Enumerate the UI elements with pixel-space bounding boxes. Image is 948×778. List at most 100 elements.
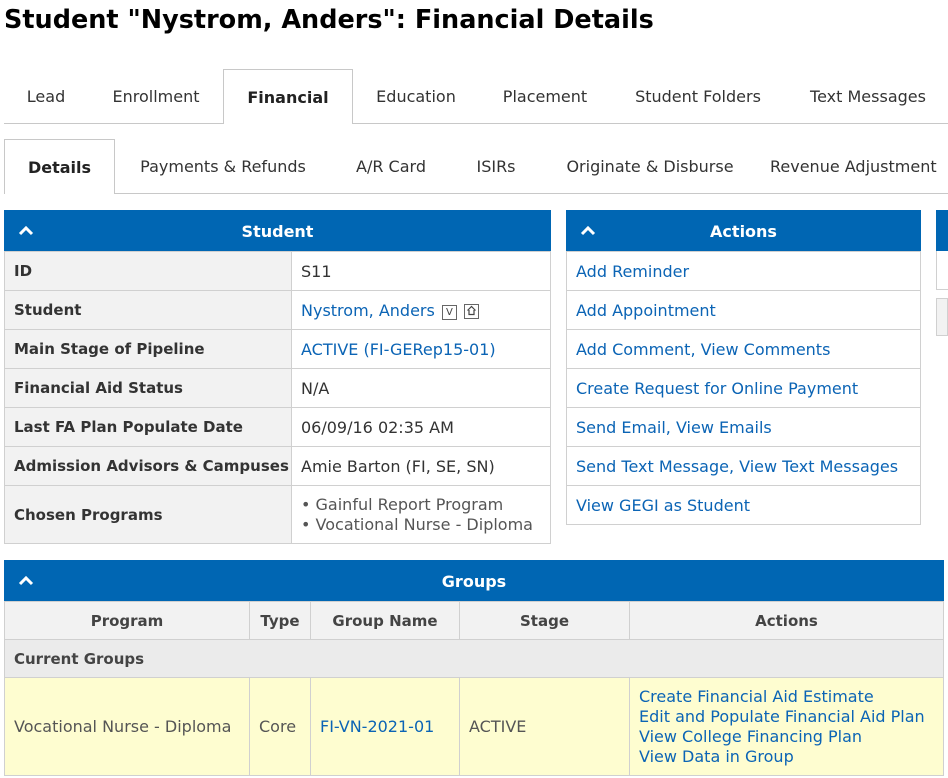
pipeline-stage-link[interactable]: ACTIVE (FI-GERep15-01) (301, 340, 496, 359)
action-cell: Add Comment, View Comments (566, 329, 921, 369)
column-header: Type (249, 601, 311, 640)
table-row: Chosen Programs • Gainful Report Program… (4, 485, 551, 544)
table-row: Student Nystrom, Anders V (4, 290, 551, 330)
action-cell: Add Appointment (566, 290, 921, 330)
group-program: Vocational Nurse - Diploma (4, 677, 250, 776)
list-item: Add Comment, View Comments (566, 329, 921, 369)
list-item: • Gainful Report Program (301, 494, 504, 514)
table-row: ID S11 (4, 251, 551, 291)
separator: , (690, 339, 701, 359)
row-label: Student (4, 290, 292, 330)
student-panel-header[interactable]: Student (4, 210, 551, 251)
student-name-link[interactable]: Nystrom, Anders (301, 301, 435, 320)
student-name-cell: Nystrom, Anders V (291, 290, 551, 330)
section-row: Current Groups (4, 639, 944, 678)
student-id: S11 (291, 251, 551, 291)
group-name-link[interactable]: FI-VN-2021-01 (320, 717, 434, 736)
column-header: Group Name (310, 601, 460, 640)
actions-list: Add Reminder Add Appointment Add Comment… (566, 251, 921, 525)
tab-lead[interactable]: Lead (14, 69, 78, 123)
tab-originate-disburse[interactable]: Originate & Disburse (552, 139, 748, 193)
tab-enrollment[interactable]: Enrollment (100, 69, 212, 123)
groups-table: Program Type Group Name Stage Actions Cu… (4, 601, 944, 776)
list-item: Send Email, View Emails (566, 407, 921, 447)
edit-populate-fa-plan-link[interactable]: Edit and Populate Financial Aid Plan (639, 707, 925, 726)
add-appointment-link[interactable]: Add Appointment (576, 301, 716, 320)
view-comments-link[interactable]: View Comments (701, 340, 831, 359)
sub-tab-bar: Details Payments & Refunds A/R Card ISIR… (0, 139, 948, 194)
table-row: Financial Aid Status N/A (4, 368, 551, 408)
group-type: Core (249, 677, 311, 776)
list-item: Add Reminder (566, 251, 921, 291)
row-label: Admission Advisors & Campuses (4, 446, 292, 486)
tab-education[interactable]: Education (364, 69, 468, 123)
list-item: View GEGI as Student (566, 485, 921, 525)
tab-isirs[interactable]: ISIRs (462, 139, 530, 193)
actions-panel-header[interactable]: Actions (566, 210, 921, 251)
chevron-up-icon[interactable] (578, 210, 598, 251)
action-cell: Send Email, View Emails (566, 407, 921, 447)
row-label: ID (4, 251, 292, 291)
groups-panel-header[interactable]: Groups (4, 560, 944, 601)
row-label: Main Stage of Pipeline (4, 329, 292, 369)
action-cell: Add Reminder (566, 251, 921, 291)
chosen-programs: • Gainful Report Program • Vocational Nu… (291, 485, 551, 544)
tab-divider (4, 193, 948, 194)
table-row: Main Stage of Pipeline ACTIVE (FI-GERep1… (4, 329, 551, 369)
chevron-up-icon[interactable] (16, 560, 36, 601)
student-info-table: ID S11 Student Nystrom, Anders V Main St… (4, 251, 551, 544)
add-comment-link[interactable]: Add Comment (576, 340, 690, 359)
view-college-financing-plan-link[interactable]: View College Financing Plan (639, 727, 862, 746)
view-gegi-link[interactable]: View GEGI as Student (576, 496, 750, 515)
tab-revenue-adjustment[interactable]: Revenue Adjustment (770, 139, 948, 193)
main-tab-bar: Lead Enrollment Financial Education Plac… (0, 69, 948, 124)
clipped-panel (936, 210, 948, 340)
view-data-in-group-link[interactable]: View Data in Group (639, 747, 794, 766)
tab-student-folders[interactable]: Student Folders (622, 69, 774, 123)
groups-panel: Groups Program Type Group Name Stage Act… (4, 560, 944, 776)
panel-title: Groups (441, 572, 507, 591)
table-row: Last FA Plan Populate Date 06/09/16 02:3… (4, 407, 551, 447)
clipped-panel-header[interactable] (936, 210, 948, 251)
home-icon[interactable] (464, 303, 480, 319)
pipeline-stage-cell: ACTIVE (FI-GERep15-01) (291, 329, 551, 369)
action-cell: Send Text Message, View Text Messages (566, 446, 921, 486)
separator: , (728, 456, 740, 476)
view-icon[interactable]: V (441, 304, 457, 320)
tab-text-messages[interactable]: Text Messages (796, 69, 940, 123)
list-item: Add Appointment (566, 290, 921, 330)
chevron-up-icon[interactable] (16, 210, 36, 251)
tab-ar-card[interactable]: A/R Card (342, 139, 440, 193)
create-payment-request-link[interactable]: Create Request for Online Payment (576, 379, 858, 398)
tab-placement[interactable]: Placement (490, 69, 600, 123)
tab-financial[interactable]: Financial (223, 69, 353, 124)
section-label: Current Groups (4, 639, 944, 678)
separator: , (665, 417, 676, 437)
send-email-link[interactable]: Send Email (576, 418, 666, 437)
clipped-panel-row (936, 251, 948, 290)
group-name-cell: FI-VN-2021-01 (310, 677, 460, 776)
action-cell: Create Request for Online Payment (566, 368, 921, 408)
group-actions: Create Financial Aid Estimate Edit and P… (629, 677, 944, 776)
admission-advisors: Amie Barton (FI, SE, SN) (291, 446, 551, 486)
financial-aid-status: N/A (291, 368, 551, 408)
table-row: Vocational Nurse - Diploma Core FI-VN-20… (4, 677, 944, 776)
panel-title: Actions (710, 222, 777, 241)
actions-panel: Actions Add Reminder Add Appointment Add… (566, 210, 921, 525)
view-emails-link[interactable]: View Emails (676, 418, 772, 437)
view-text-messages-link[interactable]: View Text Messages (739, 457, 898, 476)
send-text-message-link[interactable]: Send Text Message (576, 457, 729, 476)
clipped-panel-row (936, 298, 948, 336)
action-cell: View GEGI as Student (566, 485, 921, 525)
program-name: Vocational Nurse - Diploma (315, 514, 533, 534)
column-header: Actions (629, 601, 944, 640)
panel-title: Student (241, 222, 314, 241)
create-fa-estimate-link[interactable]: Create Financial Aid Estimate (639, 687, 874, 706)
add-reminder-link[interactable]: Add Reminder (576, 262, 689, 281)
group-stage: ACTIVE (459, 677, 630, 776)
tab-details[interactable]: Details (4, 139, 115, 194)
tab-payments-refunds[interactable]: Payments & Refunds (126, 139, 320, 193)
student-panel: Student ID S11 Student Nystrom, Anders V… (4, 210, 551, 544)
column-header: Program (4, 601, 250, 640)
column-header: Stage (459, 601, 630, 640)
